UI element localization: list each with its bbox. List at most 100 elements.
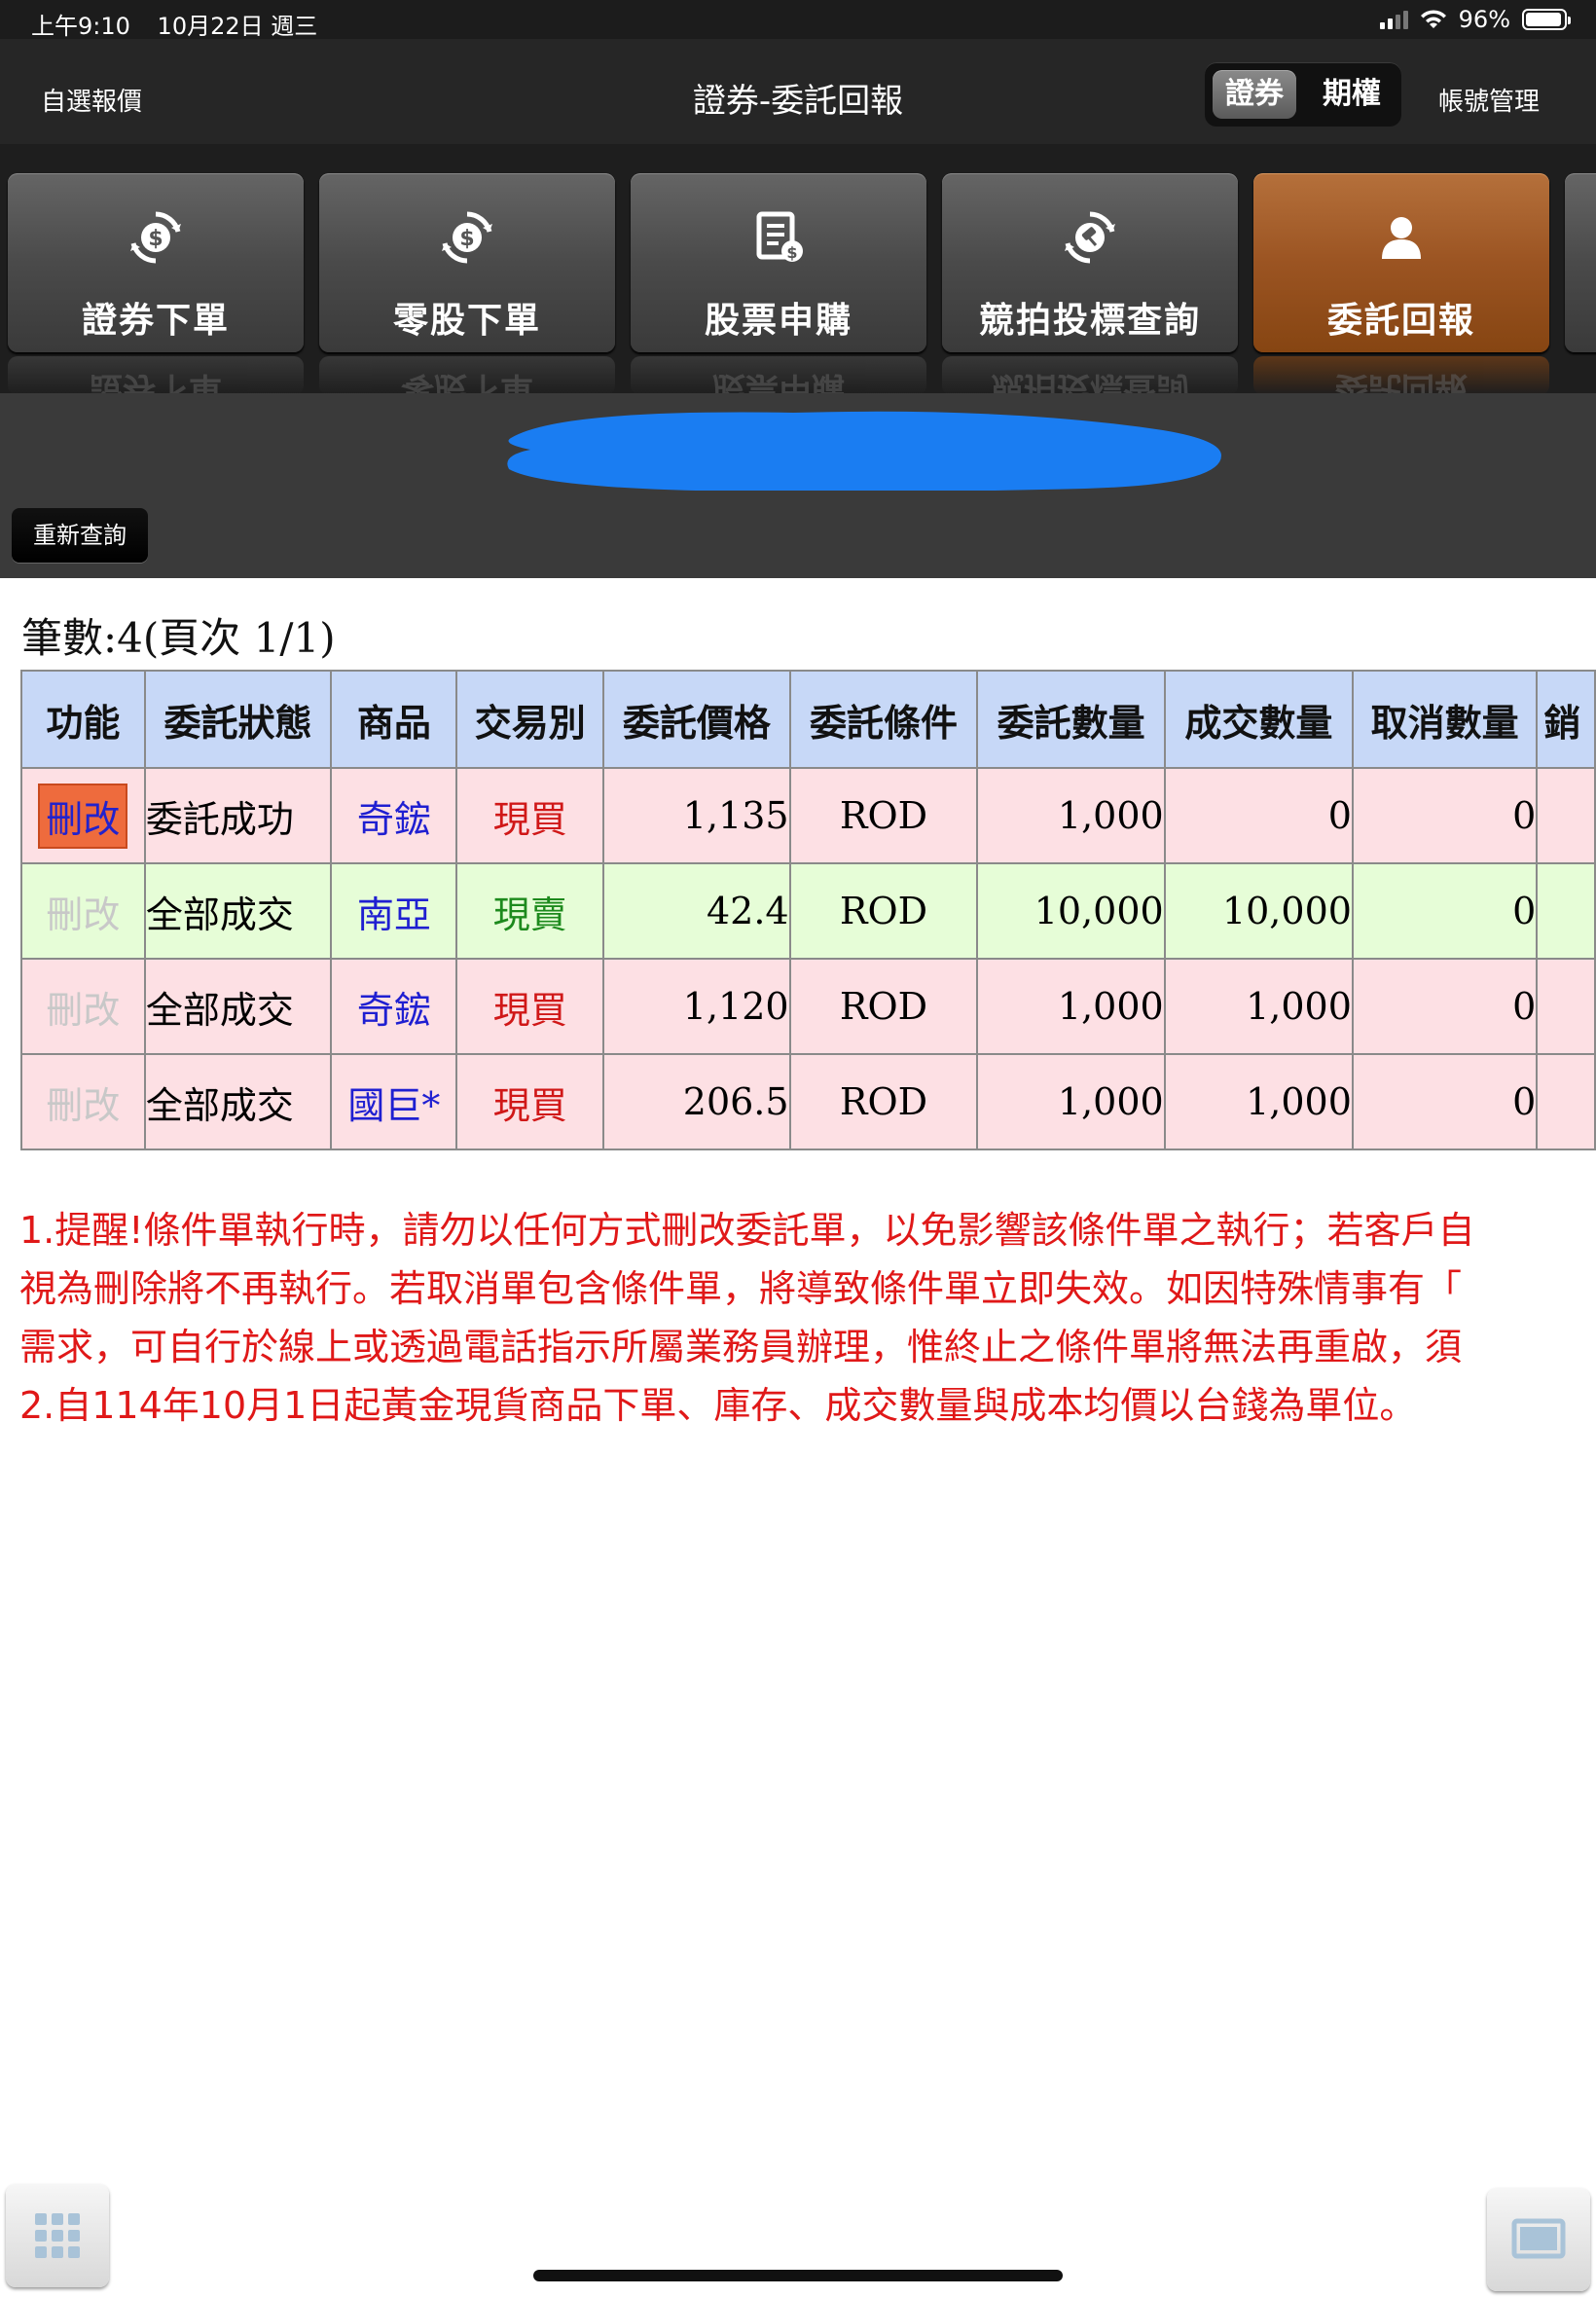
svg-text:$: $ xyxy=(459,227,474,251)
col-header-status: 委託狀態 xyxy=(143,670,333,769)
cell-action: 刪改 xyxy=(20,958,146,1055)
cell-product-link[interactable]: 國巨* xyxy=(330,1053,458,1150)
cell-product-link[interactable]: 南亞 xyxy=(330,862,458,960)
cell-condition: ROD xyxy=(788,1053,979,1150)
tool-label: 股票申購 xyxy=(704,301,852,341)
svg-text:$: $ xyxy=(148,227,163,251)
cell-price: 42.4 xyxy=(602,862,791,960)
person-icon xyxy=(1382,217,1421,259)
col-header-price: 委託價格 xyxy=(602,670,791,769)
tool-label: 委託回報 xyxy=(1326,301,1475,341)
app-grid-button[interactable] xyxy=(6,2184,109,2287)
cell-truncated xyxy=(1536,862,1596,960)
window-mode-button[interactable] xyxy=(1487,2188,1590,2291)
cell-filled-qty: 10,000 xyxy=(1163,862,1354,960)
tile-reflection: 股票申購 xyxy=(631,356,926,393)
cell-price: 206.5 xyxy=(602,1053,791,1150)
redaction-scribble xyxy=(507,411,1221,492)
cell-cancel-qty: 0 xyxy=(1351,958,1539,1055)
tool-ipo-subscription[interactable]: $ 股票申購 xyxy=(631,173,926,352)
cell-truncated xyxy=(1536,1053,1596,1150)
tool-order-report[interactable]: 委託回報 xyxy=(1253,173,1549,352)
cell-status: 全部成交 xyxy=(143,958,333,1055)
watchlist-quote-button[interactable]: 自選報價 xyxy=(41,82,142,118)
table-row: 刪改 全部成交 南亞 現賣 42.4 ROD 10,000 10,000 0 xyxy=(20,862,1596,960)
cell-order-qty: 1,000 xyxy=(976,958,1166,1055)
cell-cancel-qty: 0 xyxy=(1351,767,1539,864)
tile-reflection: 競拍投標查詢 xyxy=(942,356,1238,393)
dollar-refresh-icon: $ xyxy=(130,211,181,264)
battery-percent: 96% xyxy=(1458,6,1510,33)
edit-cancel-button[interactable]: 刪改 xyxy=(38,783,128,849)
svg-text:$: $ xyxy=(786,243,797,262)
requery-button[interactable]: 重新查詢 xyxy=(12,508,148,563)
edit-cancel-button-disabled: 刪改 xyxy=(46,893,121,936)
cell-cancel-qty: 0 xyxy=(1351,1053,1539,1150)
document-dollar-icon: $ xyxy=(756,211,803,262)
tile-reflection: 委託回報 xyxy=(1253,356,1549,393)
col-header-order-qty: 委託數量 xyxy=(976,670,1166,769)
cellular-signal-icon xyxy=(1379,10,1408,29)
tool-securities-order[interactable]: $ 證券下單 xyxy=(8,173,304,352)
cell-status: 全部成交 xyxy=(143,1053,333,1150)
cell-filled-qty: 0 xyxy=(1163,767,1354,864)
cell-order-qty: 1,000 xyxy=(976,1053,1166,1150)
tool-odd-lot-order[interactable]: $ 零股下單 xyxy=(319,173,615,352)
cell-product-link[interactable]: 奇鋐 xyxy=(330,958,458,1055)
tool-auction-inquiry[interactable]: 競拍投標查詢 xyxy=(942,173,1238,352)
tile-reflection: 零股下單 xyxy=(319,356,615,393)
gavel-refresh-icon xyxy=(1065,211,1115,264)
cell-action: 刪改 xyxy=(20,862,146,960)
cell-order-qty: 10,000 xyxy=(976,862,1166,960)
edit-cancel-button-disabled: 刪改 xyxy=(46,988,121,1032)
cell-truncated xyxy=(1536,767,1596,864)
battery-icon xyxy=(1522,9,1571,30)
cell-product-link[interactable]: 奇鋐 xyxy=(330,767,458,864)
market-segment-control: 證券 期權 xyxy=(1205,62,1401,127)
home-indicator[interactable] xyxy=(533,2270,1063,2281)
edit-cancel-button-disabled: 刪改 xyxy=(46,1083,121,1127)
notice-line: 1.提醒!條件單執行時，請勿以任何方式刪改委託單，以免影響該條件單之執行；若客戶… xyxy=(19,1209,1475,1252)
table-header-row: 功能 委託狀態 商品 交易別 委託價格 委託條件 委託數量 成交數量 取消數量 … xyxy=(20,670,1596,769)
grid-icon xyxy=(35,2213,80,2258)
cell-condition: ROD xyxy=(788,958,979,1055)
nav-bar: 自選報價 證券-委託回報 證券 期權 帳號管理 xyxy=(0,39,1596,144)
notice-line: 2.自114年10月1日起黃金現貨商品下單、庫存、成交數量與成本均價以台錢為單位… xyxy=(19,1384,1417,1427)
col-header-cancel-qty: 取消數量 xyxy=(1351,670,1539,769)
account-management-button[interactable]: 帳號管理 xyxy=(1438,82,1540,118)
cell-action: 刪改 xyxy=(20,1053,146,1150)
tool-more-partial[interactable] xyxy=(1565,173,1596,352)
tile-reflection: 證券下單 xyxy=(8,356,304,393)
cell-condition: ROD xyxy=(788,767,979,864)
cell-side: 現買 xyxy=(455,958,605,1055)
status-time: 上午9:10 xyxy=(31,13,130,40)
col-header-filled-qty: 成交數量 xyxy=(1163,670,1354,769)
order-report-table: 功能 委託狀態 商品 交易別 委託價格 委託條件 委託數量 成交數量 取消數量 … xyxy=(20,670,1596,1150)
cell-action: 刪改 xyxy=(20,767,146,864)
segment-options[interactable]: 期權 xyxy=(1308,70,1396,119)
table-row: 刪改 委託成功 奇鋐 現買 1,135 ROD 1,000 0 0 xyxy=(20,767,1596,864)
query-toolbar: 重新查詢 xyxy=(0,491,1596,578)
col-header-product: 商品 xyxy=(330,670,458,769)
table-row: 刪改 全部成交 奇鋐 現買 1,120 ROD 1,000 1,000 0 xyxy=(20,958,1596,1055)
notice-line: 需求，可自行於線上或透過電話指示所屬業務員辦理，惟終止之條件單將無法再重啟，須 xyxy=(19,1326,1463,1368)
segment-securities[interactable]: 證券 xyxy=(1213,70,1296,119)
cell-price: 1,120 xyxy=(602,958,791,1055)
dollar-refresh-icon: $ xyxy=(442,211,492,264)
tool-label: 競拍投標查詢 xyxy=(978,301,1201,341)
col-header-side: 交易別 xyxy=(455,670,605,769)
notice-text: 1.提醒!條件單執行時，請勿以任何方式刪改委託單，以免影響該條件單之執行；若客戶… xyxy=(19,1201,1596,1435)
cell-side: 現買 xyxy=(455,767,605,864)
cell-filled-qty: 1,000 xyxy=(1163,958,1354,1055)
cell-filled-qty: 1,000 xyxy=(1163,1053,1354,1150)
cell-status: 委託成功 xyxy=(143,767,333,864)
cell-truncated xyxy=(1536,958,1596,1055)
col-header-truncated: 銷 xyxy=(1536,670,1596,769)
cell-condition: ROD xyxy=(788,862,979,960)
cell-price: 1,135 xyxy=(602,767,791,864)
status-bar: 上午9:10 10月22日 週三 96% xyxy=(0,0,1596,40)
cell-status: 全部成交 xyxy=(143,862,333,960)
status-date: 10月22日 週三 xyxy=(157,13,318,40)
col-header-function: 功能 xyxy=(20,670,146,769)
wifi-icon xyxy=(1420,10,1446,28)
